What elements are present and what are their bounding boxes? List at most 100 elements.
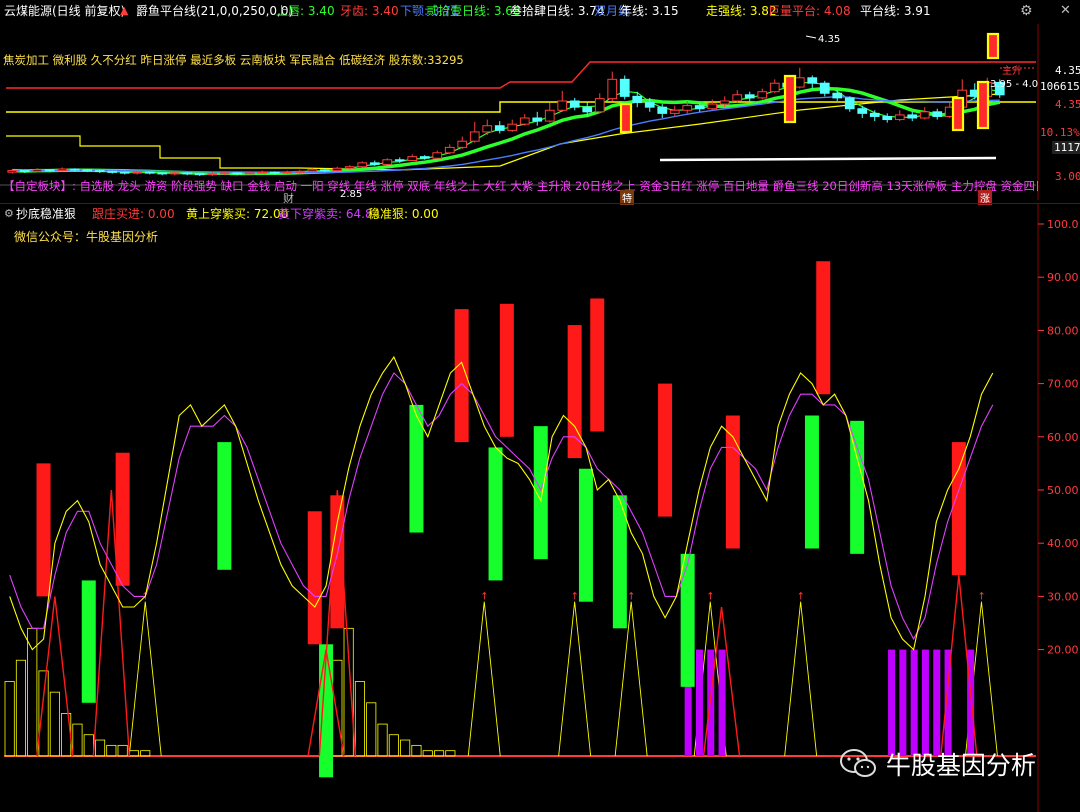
gear-icon[interactable]: ⚙ (1020, 0, 1033, 22)
red-signal-bar[interactable] (567, 325, 582, 459)
candle[interactable] (932, 111, 943, 117)
limit-up-candle[interactable] (986, 32, 1000, 60)
candle[interactable] (794, 77, 805, 88)
close-icon[interactable]: ✕ (1060, 0, 1071, 22)
candle[interactable] (544, 109, 555, 122)
candle[interactable] (657, 106, 668, 114)
limit-up-candle[interactable] (783, 74, 797, 124)
green-signal-bar[interactable] (81, 580, 96, 703)
purple-bar[interactable] (707, 649, 715, 756)
red-signal-bar[interactable] (36, 463, 51, 597)
candle[interactable] (44, 169, 55, 172)
candle[interactable] (507, 123, 518, 131)
red-signal-bar[interactable] (725, 415, 740, 549)
limit-up-candle[interactable] (619, 102, 633, 134)
candle[interactable] (844, 97, 855, 110)
candle[interactable] (707, 103, 718, 110)
candle[interactable] (307, 169, 318, 172)
candle[interactable] (182, 172, 193, 175)
candle[interactable] (407, 156, 418, 162)
candle[interactable] (694, 105, 705, 110)
candle[interactable] (557, 100, 568, 111)
purple-bar[interactable] (933, 649, 941, 756)
candle[interactable] (469, 131, 480, 142)
candle[interactable] (382, 159, 393, 165)
red-signal-bar[interactable] (590, 298, 605, 432)
green-signal-bar[interactable] (488, 447, 503, 581)
candle[interactable] (669, 109, 680, 114)
red-signal-bar[interactable] (951, 442, 966, 576)
green-signal-bar[interactable] (578, 468, 593, 602)
candle[interactable] (607, 78, 618, 100)
purple-bar[interactable] (695, 649, 703, 756)
candle[interactable] (169, 172, 180, 175)
candle[interactable] (57, 168, 68, 172)
red-signal-bar[interactable] (307, 511, 322, 645)
candle[interactable] (282, 171, 293, 174)
red-signal-bar[interactable] (816, 261, 831, 395)
candle[interactable] (357, 162, 368, 168)
purple-bar[interactable] (910, 649, 918, 756)
candle[interactable] (157, 172, 168, 175)
candle[interactable] (394, 159, 405, 162)
purple-bar[interactable] (899, 649, 907, 756)
candle[interactable] (419, 156, 430, 159)
green-signal-bar[interactable] (533, 426, 548, 560)
candle[interactable] (807, 77, 818, 84)
candle[interactable] (344, 166, 355, 169)
candle[interactable] (482, 125, 493, 133)
candle[interactable] (432, 152, 443, 159)
candle[interactable] (269, 171, 280, 174)
candle[interactable] (319, 169, 330, 172)
purple-bar[interactable] (888, 649, 896, 756)
candle[interactable] (919, 111, 930, 119)
candle[interactable] (594, 98, 605, 113)
candle[interactable] (857, 108, 868, 114)
candle[interactable] (907, 114, 918, 119)
candle[interactable] (819, 82, 830, 94)
candle[interactable] (894, 114, 905, 121)
candle[interactable] (332, 167, 343, 172)
green-signal-bar[interactable] (680, 553, 695, 687)
candle[interactable] (444, 146, 455, 154)
candle[interactable] (719, 100, 730, 105)
candle[interactable] (94, 170, 105, 173)
limit-up-candle[interactable] (951, 96, 965, 132)
candle[interactable] (69, 168, 80, 171)
candle[interactable] (744, 94, 755, 99)
candle[interactable] (119, 171, 130, 174)
candle[interactable] (832, 92, 843, 99)
green-signal-bar[interactable] (804, 415, 819, 549)
candle[interactable] (532, 117, 543, 122)
candle[interactable] (19, 170, 30, 173)
candle[interactable] (244, 172, 255, 175)
candle[interactable] (869, 112, 880, 117)
purple-bar[interactable] (718, 649, 726, 756)
candle[interactable] (682, 105, 693, 111)
candle[interactable] (132, 171, 143, 174)
candle[interactable] (569, 100, 580, 108)
candle[interactable] (369, 162, 380, 165)
candle[interactable] (619, 78, 630, 97)
candle[interactable] (232, 172, 243, 175)
candle[interactable] (219, 172, 230, 175)
candle[interactable] (644, 102, 655, 108)
indicator-name[interactable]: 爵鱼平台线(21,0,0,250,0,0) (136, 0, 293, 22)
candle[interactable] (732, 94, 743, 102)
candle[interactable] (144, 171, 155, 174)
candle[interactable] (519, 117, 530, 125)
candle[interactable] (457, 140, 468, 148)
candle[interactable] (194, 173, 205, 176)
candle[interactable] (7, 170, 18, 173)
red-signal-bar[interactable] (115, 452, 130, 586)
candle[interactable] (294, 170, 305, 173)
candle[interactable] (769, 82, 780, 93)
purple-bar[interactable] (921, 649, 929, 756)
candle[interactable] (82, 169, 93, 172)
stock-name[interactable]: 云煤能源(日线 前复权) (4, 0, 125, 22)
red-signal-bar[interactable] (499, 303, 514, 437)
candle[interactable] (107, 170, 118, 173)
candle[interactable] (757, 91, 768, 99)
limit-up-candle[interactable] (976, 80, 990, 130)
candle[interactable] (882, 115, 893, 121)
